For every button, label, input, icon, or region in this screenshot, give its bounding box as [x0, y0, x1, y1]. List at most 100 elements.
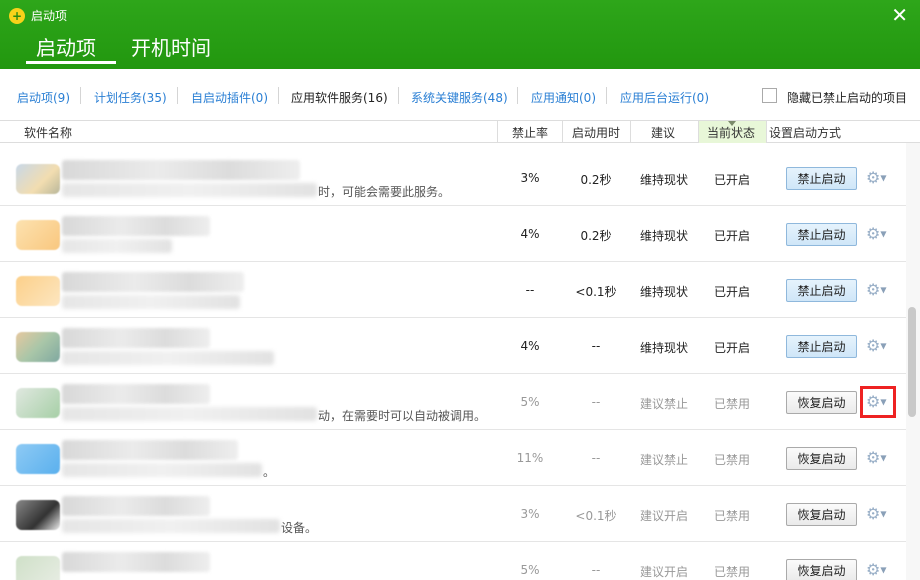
subtab-system-services[interactable]: 系统关键服务(48) [411, 89, 508, 106]
software-name-redacted [62, 440, 238, 460]
close-button[interactable]: ✕ [891, 4, 908, 26]
advice: 建议开启 [639, 565, 688, 579]
software-name-redacted [62, 160, 300, 180]
divider [766, 121, 767, 143]
gear-icon[interactable]: ⚙▼ [866, 448, 890, 468]
subtab-app-services[interactable]: 应用软件服务(16) [291, 89, 388, 106]
startup-time: <0.1秒 [575, 509, 617, 523]
app-icon [16, 444, 60, 474]
restore-startup-button[interactable]: 恢复启动 [786, 559, 857, 580]
restore-startup-button[interactable]: 恢复启动 [786, 503, 857, 526]
col-current-state[interactable]: 当前状态 [707, 124, 755, 141]
chevron-down-icon: ▼ [880, 229, 887, 239]
tab-boot-time[interactable]: 开机时间 [131, 32, 211, 61]
disable-startup-button[interactable]: 禁止启动 [786, 279, 857, 302]
chevron-down-icon: ▼ [880, 173, 887, 183]
chevron-down-icon: ▼ [880, 509, 887, 519]
advice: 建议禁止 [639, 397, 688, 411]
col-disable-rate[interactable]: 禁止率 [512, 124, 548, 141]
gear-icon[interactable]: ⚙▼ [866, 280, 890, 300]
disable-rate: 5% [520, 395, 540, 409]
gear-icon[interactable]: ⚙▼ [860, 386, 896, 418]
gear-icon[interactable]: ⚙▼ [866, 560, 890, 580]
divider [562, 121, 563, 143]
divider [177, 87, 178, 104]
table-row[interactable]: 动，在需要时可以自动被调用。 5% -- 建议禁止 已禁用 恢复启动 ⚙▼ [0, 374, 906, 430]
subtab-auto-plugins[interactable]: 自启动插件(0) [191, 89, 268, 106]
table-row[interactable]: 设备。 3% <0.1秒 建议开启 已禁用 恢复启动 ⚙▼ [0, 486, 906, 542]
chevron-down-icon: ▼ [880, 453, 887, 463]
disable-rate: 4% [520, 339, 540, 353]
col-software-name[interactable]: 软件名称 [24, 124, 72, 141]
app-logo-icon: + [9, 8, 25, 24]
subtab-app-notifications[interactable]: 应用通知(0) [531, 89, 596, 106]
software-name-redacted [62, 328, 210, 348]
subtab-scheduled-tasks[interactable]: 计划任务(35) [94, 89, 167, 106]
software-name-redacted [62, 496, 210, 516]
chevron-down-icon: ▼ [880, 397, 887, 407]
advice: 维持现状 [639, 341, 688, 355]
divider [278, 87, 279, 104]
divider [497, 121, 498, 143]
col-advice[interactable]: 建议 [651, 124, 675, 141]
column-header: 软件名称 禁止率 启动用时 建议 当前状态 设置启动方式 [0, 121, 920, 143]
gear-icon[interactable]: ⚙▼ [866, 224, 890, 244]
chevron-down-icon: ▼ [880, 341, 887, 351]
restore-startup-button[interactable]: 恢复启动 [786, 391, 857, 414]
app-icon [16, 556, 60, 580]
software-desc-redacted [62, 351, 274, 365]
title-bar: + 启动项 ✕ 启动项 开机时间 [0, 0, 920, 69]
table-row[interactable]: 时，可能会需要此服务。 3% 0.2秒 维持现状 已开启 禁止启动 ⚙▼ [0, 150, 906, 206]
startup-time: <0.1秒 [575, 285, 617, 299]
software-desc-tail: 时，可能会需要此服务。 [318, 185, 451, 199]
table-row[interactable]: 。 11% -- 建议禁止 已禁用 恢复启动 ⚙▼ [0, 430, 906, 486]
gear-icon[interactable]: ⚙▼ [866, 504, 890, 524]
hide-disabled-checkbox[interactable] [762, 88, 777, 103]
divider [606, 87, 607, 104]
software-desc-redacted [62, 295, 240, 309]
col-startup-time[interactable]: 启动用时 [572, 124, 620, 141]
disable-rate: 5% [520, 563, 540, 577]
disable-startup-button[interactable]: 禁止启动 [786, 335, 857, 358]
software-name-redacted [62, 272, 244, 292]
scrollbar-thumb[interactable] [908, 307, 916, 417]
advice: 建议禁止 [639, 453, 688, 467]
disable-rate: 3% [520, 171, 540, 185]
app-icon [16, 164, 60, 194]
advice: 建议开启 [639, 509, 688, 523]
table-row[interactable]: 4% 0.2秒 维持现状 已开启 禁止启动 ⚙▼ [0, 206, 906, 262]
restore-startup-button[interactable]: 恢复启动 [786, 447, 857, 470]
current-state: 已禁用 [713, 509, 750, 523]
startup-time: -- [591, 339, 601, 353]
advice: 维持现状 [639, 229, 688, 243]
app-icon [16, 332, 60, 362]
table-row[interactable]: -- <0.1秒 维持现状 已开启 禁止启动 ⚙▼ [0, 262, 906, 318]
window-title: 启动项 [31, 9, 68, 23]
software-desc-redacted [62, 519, 280, 533]
app-icon [16, 388, 60, 418]
disable-rate: 4% [520, 227, 540, 241]
software-desc-tail: 动，在需要时可以自动被调用。 [318, 409, 487, 423]
tab-startup-items[interactable]: 启动项 [36, 32, 96, 61]
gear-icon[interactable]: ⚙▼ [866, 168, 890, 188]
software-desc-redacted [62, 463, 262, 477]
gear-icon[interactable]: ⚙▼ [866, 336, 890, 356]
subtab-app-background[interactable]: 应用后台运行(0) [620, 89, 709, 106]
disable-startup-button[interactable]: 禁止启动 [786, 223, 857, 246]
current-state: 已开启 [713, 341, 750, 355]
hide-disabled-label: 隐藏已禁止启动的项目 [787, 91, 908, 105]
table-row[interactable]: 4% -- 维持现状 已开启 禁止启动 ⚙▼ [0, 318, 906, 374]
startup-time: -- [591, 563, 601, 577]
divider [517, 87, 518, 104]
software-desc-tail: 。 [263, 465, 276, 479]
current-state: 已开启 [713, 173, 750, 187]
software-desc-tail: 设备。 [281, 521, 318, 535]
divider [398, 87, 399, 104]
disable-startup-button[interactable]: 禁止启动 [786, 167, 857, 190]
table-row[interactable]: 5% -- 建议开启 已禁用 恢复启动 ⚙▼ [0, 542, 906, 580]
startup-time: 0.2秒 [580, 173, 612, 187]
disable-rate: -- [525, 283, 535, 297]
active-tab-indicator [26, 61, 116, 64]
divider [630, 121, 631, 143]
subtab-startup[interactable]: 启动项(9) [17, 89, 70, 106]
